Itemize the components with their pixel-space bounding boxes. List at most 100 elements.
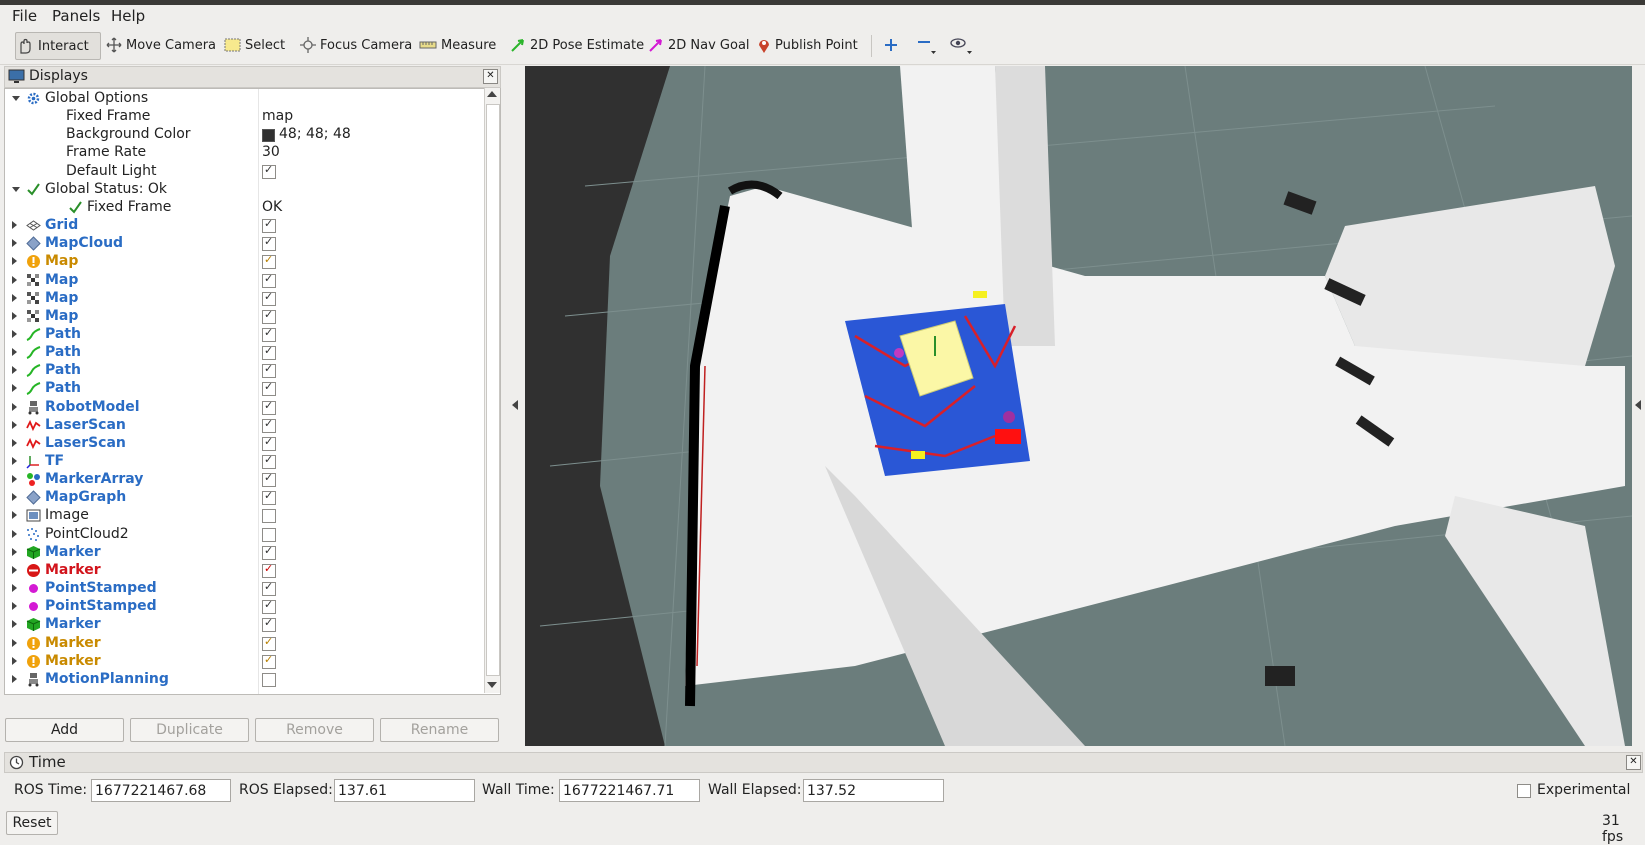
enable-checkbox[interactable] (262, 435, 276, 451)
display-value[interactable]: 48; 48; 48 (279, 125, 351, 144)
enable-checkbox[interactable] (262, 672, 276, 687)
expand-right-icon[interactable] (12, 311, 17, 320)
interact-tool-button[interactable]: Interact (15, 32, 101, 60)
nav-goal-tool-button[interactable]: 2D Nav Goal (648, 32, 750, 58)
experimental-checkbox[interactable] (1517, 784, 1531, 798)
enable-checkbox[interactable] (262, 235, 276, 252)
move-camera-tool-button[interactable]: Move Camera (106, 32, 216, 58)
display-row[interactable]: RobotModel (5, 398, 485, 417)
display-row[interactable]: TF (5, 452, 485, 471)
enable-checkbox[interactable] (262, 217, 276, 234)
expand-right-icon[interactable] (12, 620, 17, 629)
remove-tool-button[interactable] (917, 32, 941, 58)
display-row[interactable]: Marker (5, 615, 485, 634)
display-row[interactable]: MotionPlanning (5, 670, 485, 689)
enable-checkbox[interactable] (262, 471, 276, 488)
pose-estimate-tool-button[interactable]: 2D Pose Estimate (510, 32, 644, 58)
display-value[interactable]: map (262, 107, 293, 126)
enable-checkbox[interactable] (262, 417, 276, 433)
expand-right-icon[interactable] (12, 493, 17, 502)
expand-right-icon[interactable] (12, 529, 17, 538)
wall-time-field[interactable]: 1677221467.71 (559, 779, 700, 802)
expand-right-icon[interactable] (12, 239, 17, 248)
publish-point-tool-button[interactable]: Publish Point (757, 32, 858, 58)
select-tool-button[interactable]: Select (224, 32, 285, 58)
enable-checkbox[interactable] (262, 380, 276, 397)
enable-checkbox[interactable] (262, 253, 276, 270)
display-row[interactable]: Map (5, 307, 485, 326)
display-row[interactable]: Marker (5, 634, 485, 653)
display-row[interactable]: PointStamped (5, 579, 485, 598)
ros-time-field[interactable]: 1677221467.68 (91, 779, 231, 802)
duplicate-display-button[interactable]: Duplicate (130, 718, 249, 742)
enable-checkbox[interactable] (262, 544, 276, 560)
expand-right-icon[interactable] (12, 348, 17, 357)
expand-right-icon[interactable] (12, 584, 17, 593)
display-row[interactable]: Background Color 48; 48; 48 (5, 125, 485, 144)
display-row[interactable]: MapCloud (5, 234, 485, 253)
expand-right-icon[interactable] (12, 674, 17, 683)
enable-checkbox[interactable] (262, 453, 276, 469)
menu-panels[interactable]: Panels (52, 7, 100, 25)
display-row[interactable]: Frame Rate 30 (5, 143, 485, 162)
enable-checkbox[interactable] (262, 653, 276, 669)
measure-tool-button[interactable]: Measure (419, 32, 496, 58)
display-row[interactable]: Path (5, 343, 485, 362)
expand-right-icon[interactable] (12, 638, 17, 647)
render-view-3d[interactable] (525, 66, 1632, 746)
display-value[interactable]: OK (262, 198, 282, 217)
menu-file[interactable]: File (12, 7, 37, 25)
reset-button[interactable]: Reset (6, 811, 58, 835)
display-row[interactable]: PointStamped (5, 597, 485, 616)
enable-checkbox[interactable] (262, 598, 276, 615)
display-row[interactable]: LaserScan (5, 416, 485, 435)
enable-checkbox[interactable] (262, 308, 276, 324)
displays-scrollbar[interactable] (484, 88, 500, 693)
enable-checkbox[interactable] (262, 272, 276, 288)
expand-right-icon[interactable] (12, 384, 17, 393)
enable-checkbox[interactable] (262, 509, 276, 524)
expand-right-icon[interactable] (12, 293, 17, 302)
enable-checkbox[interactable] (262, 580, 276, 597)
time-close-button[interactable]: ✕ (1626, 755, 1641, 770)
display-row[interactable]: Fixed Frame OK (5, 198, 485, 217)
focus-camera-tool-button[interactable]: Focus Camera (300, 32, 412, 58)
rename-display-button[interactable]: Rename (380, 718, 499, 742)
display-row[interactable]: Image (5, 506, 485, 525)
display-row[interactable]: Map (5, 271, 485, 290)
display-row[interactable]: Global Status: Ok (5, 180, 485, 199)
display-row[interactable]: MapGraph (5, 488, 485, 507)
display-row[interactable]: Map (5, 252, 485, 271)
expand-right-icon[interactable] (12, 257, 17, 266)
display-row[interactable]: Fixed Frame map (5, 107, 485, 126)
display-row[interactable]: Map (5, 289, 485, 308)
expand-down-icon[interactable] (12, 96, 20, 101)
enable-checkbox[interactable] (262, 527, 276, 542)
add-tool-button[interactable] (884, 32, 902, 58)
enable-checkbox[interactable] (262, 344, 276, 361)
display-row[interactable]: Path (5, 325, 485, 344)
scroll-down-icon[interactable] (487, 682, 497, 688)
enable-checkbox[interactable] (262, 399, 276, 415)
display-row[interactable]: Marker (5, 652, 485, 671)
scroll-thumb[interactable] (486, 104, 500, 676)
display-row[interactable]: Path (5, 379, 485, 398)
display-row[interactable]: MarkerArray (5, 470, 485, 489)
enable-checkbox[interactable] (262, 562, 276, 578)
enable-checkbox[interactable] (262, 362, 276, 379)
collapse-right-icon[interactable] (1635, 400, 1641, 410)
expand-right-icon[interactable] (12, 402, 17, 411)
enable-checkbox[interactable] (262, 635, 276, 651)
view-tool-button[interactable] (950, 32, 978, 58)
display-value[interactable]: 30 (262, 143, 280, 162)
enable-checkbox[interactable] (262, 616, 276, 633)
scroll-up-icon[interactable] (487, 91, 497, 97)
expand-right-icon[interactable] (12, 329, 17, 338)
expand-right-icon[interactable] (12, 366, 17, 375)
expand-right-icon[interactable] (12, 221, 17, 230)
menu-help[interactable]: Help (111, 7, 145, 25)
display-row[interactable]: Marker (5, 561, 485, 580)
expand-right-icon[interactable] (12, 457, 17, 465)
enable-checkbox[interactable] (262, 326, 276, 342)
add-display-button[interactable]: Add (5, 718, 124, 742)
